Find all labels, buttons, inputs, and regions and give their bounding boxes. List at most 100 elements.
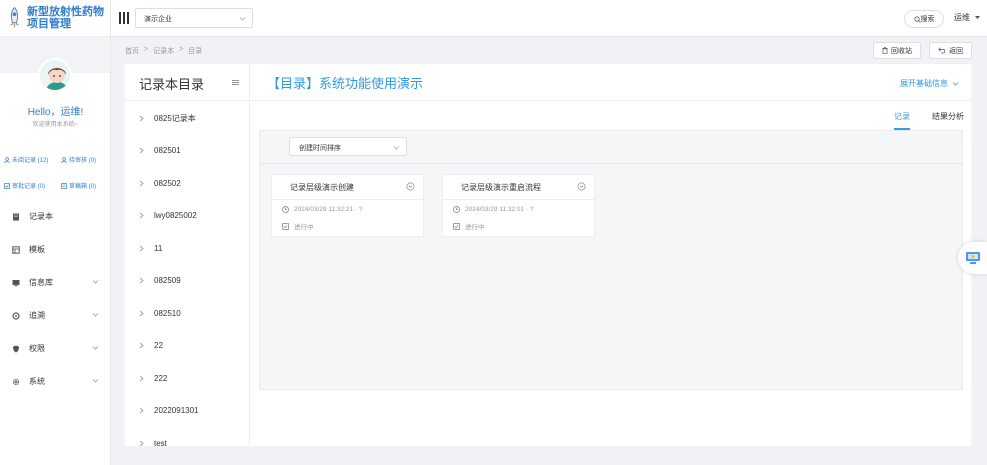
main-panel: 记录本目录 0825记录本 082501 082502 lwy0825002 11 082… — [125, 64, 971, 448]
directory-panel: 记录本目录 0825记录本 082501 082502 lwy0825002 11 082… — [125, 64, 250, 448]
nav-item-permission[interactable]: 权限 — [0, 332, 111, 365]
directory-item[interactable]: 222 — [125, 362, 250, 395]
app-title: 新型放射性药物项目管理 — [26, 6, 104, 30]
back-button[interactable]: 返回 — [929, 42, 972, 59]
trash-icon — [882, 47, 888, 54]
record-card[interactable]: 记录层级演示重启流程 2024/03/29 11:32:01 · ? 进行中 — [442, 174, 596, 237]
greeting: Hello，运维! — [27, 107, 84, 118]
directory-item[interactable]: 0825记录本 — [125, 102, 250, 135]
app-logo[interactable]: 新型放射性药物项目管理 — [0, 0, 110, 37]
search-button[interactable]: 搜索 — [904, 10, 944, 28]
notebook-icon — [13, 213, 19, 220]
breadcrumb-home[interactable]: 首页 — [125, 46, 139, 56]
record-card-status: 进行中 — [453, 221, 485, 231]
directory-item[interactable]: 082510 — [125, 297, 250, 330]
more-options-icon[interactable] — [577, 182, 586, 191]
directory-item-label: 082509 — [154, 276, 181, 286]
nav-item-info-library[interactable]: 信息库 — [0, 266, 111, 299]
directory-item[interactable]: 082502 — [125, 167, 250, 200]
company-select-value: 演示企业 — [144, 16, 172, 23]
content-tabs: 记录 结果分析 — [894, 111, 964, 130]
directory-title: 记录本目录 — [139, 77, 205, 92]
chevron-down-icon — [92, 379, 99, 383]
directory-item-label: 222 — [154, 373, 168, 383]
chevron-right-icon — [139, 440, 144, 447]
trace-icon — [12, 311, 20, 320]
directory-item[interactable]: 082509 — [125, 265, 250, 298]
directory-item[interactable]: lwy0825002 — [125, 200, 250, 233]
chevron-right-icon — [139, 277, 144, 284]
breadcrumb-notebook[interactable]: 记录本 — [153, 46, 174, 56]
more-options-icon[interactable] — [406, 182, 415, 191]
recycle-bin-button[interactable]: 回收站 — [873, 42, 921, 59]
template-icon — [12, 245, 20, 254]
directory-item-label: 0825记录本 — [154, 113, 196, 123]
tab-result-analysis[interactable]: 结果分析 — [932, 111, 964, 130]
directory-item[interactable]: test — [125, 427, 250, 460]
rocket-icon — [9, 6, 20, 29]
chevron-right-icon — [139, 115, 144, 122]
clock-icon — [282, 206, 289, 213]
return-icon — [938, 47, 946, 54]
breadcrumb-current: 目录 — [188, 48, 203, 55]
sort-select[interactable]: 创建时间排序 — [289, 137, 407, 156]
divider — [272, 199, 425, 200]
user-menu[interactable]: 运维 — [954, 12, 970, 23]
directory-item-label: lwy0825002 — [154, 211, 197, 221]
directory-item[interactable]: 082501 — [125, 135, 250, 168]
draft-icon — [61, 182, 67, 189]
company-select[interactable]: 演示企业 — [135, 8, 253, 28]
chevron-right-icon — [139, 375, 144, 382]
chevron-right-icon — [139, 342, 144, 349]
caret-down-icon[interactable] — [975, 15, 980, 20]
directory-item-label: 2022091301 — [154, 406, 199, 416]
stat-unread-records[interactable]: 未阅记录 (12) — [4, 155, 48, 164]
record-list-area: 创建时间排序 记录层级演示创建 2024/03/29 11:32:21 · ? … — [259, 130, 964, 390]
stat-approved[interactable]: 审批记录 (0) — [4, 181, 45, 190]
record-card-time: 2024/03/29 11:32:01 · ? — [453, 206, 534, 213]
stat-pending[interactable]: 待审核 (0) — [61, 155, 96, 164]
status-icon — [282, 222, 289, 230]
sort-select-value: 创建时间排序 — [299, 145, 341, 152]
record-card-title: 记录层级演示创建 — [290, 183, 354, 192]
approve-icon — [4, 182, 10, 189]
chevron-down-icon — [393, 146, 400, 150]
chevron-right-icon — [139, 245, 144, 252]
nav-item-template[interactable]: 模板 — [0, 233, 111, 266]
nav-item-notebook[interactable]: 记录本 — [0, 200, 111, 233]
chevron-down-icon — [239, 17, 246, 21]
directory-item-label: 22 — [154, 341, 163, 351]
nav-item-system[interactable]: 系统 — [0, 365, 111, 398]
directory-item[interactable]: 22 — [125, 330, 250, 363]
record-card-title: 记录层级演示重启流程 — [461, 183, 541, 192]
directory-item[interactable]: 11 — [125, 232, 250, 265]
tab-records[interactable]: 记录 — [894, 111, 910, 130]
breadcrumb-separator: > — [144, 46, 149, 53]
search-icon — [913, 15, 921, 23]
directory-item-label: 082510 — [154, 308, 181, 318]
users-icon — [61, 156, 67, 163]
breadcrumb: 首页 > 记录本 > 目录 — [125, 46, 202, 56]
chevron-down-icon — [92, 313, 99, 317]
divider — [443, 199, 596, 200]
stat-drafts[interactable]: 草稿箱 (0) — [61, 181, 96, 190]
avatar[interactable] — [38, 58, 72, 92]
chevron-right-icon — [139, 212, 144, 219]
record-card[interactable]: 记录层级演示创建 2024/03/29 11:32:21 · ? 进行中 — [271, 174, 425, 237]
assistant-icon — [965, 252, 980, 264]
directory-item-label: 082501 — [154, 146, 181, 156]
chevron-right-icon — [139, 180, 144, 187]
menu-toggle-icon[interactable] — [119, 12, 129, 24]
floating-assistant-button[interactable] — [958, 242, 987, 274]
directory-list: 0825记录本 082501 082502 lwy0825002 11 082509 082… — [125, 102, 250, 460]
nav-item-trace[interactable]: 追溯 — [0, 299, 111, 332]
breadcrumb-separator: > — [179, 46, 184, 53]
expand-basic-info-toggle[interactable]: 展开基础信息 — [900, 78, 959, 89]
collapse-icon[interactable] — [231, 78, 240, 87]
directory-item[interactable]: 2022091301 — [125, 395, 250, 428]
library-icon — [12, 279, 20, 286]
user-avatar-icon — [40, 60, 70, 90]
record-card-time: 2024/03/29 11:32:21 · ? — [282, 206, 363, 213]
directory-item-label: test — [154, 438, 167, 448]
side-nav: 记录本 模板 信息库 追溯 权限 系统 — [0, 200, 111, 398]
